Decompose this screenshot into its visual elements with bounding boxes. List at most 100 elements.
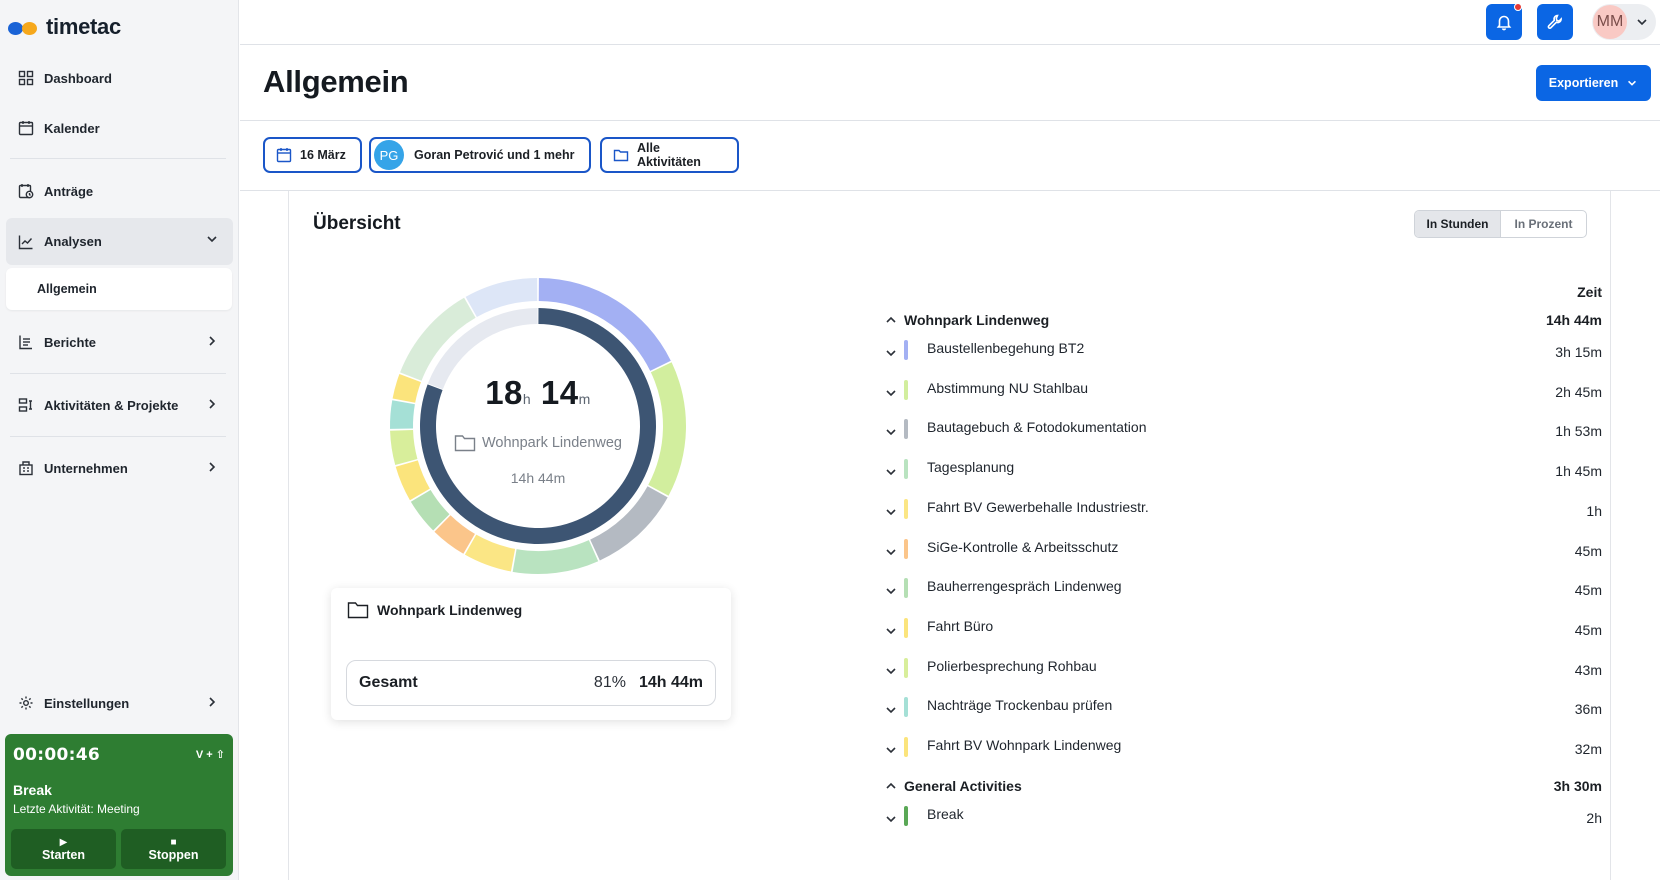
tooltip-title: Wohnpark Lindenweg [347, 601, 522, 619]
export-button[interactable]: Exportieren [1536, 65, 1651, 101]
stop-button[interactable]: ■ Stoppen [121, 829, 226, 869]
timer-shortcut: V + ⇧ [195, 749, 225, 761]
chevron-down-icon [886, 816, 896, 822]
activity-name: Fahrt BV Gewerbehalle Industriestr. [927, 498, 1149, 515]
total-time: 18h 14m [388, 374, 688, 412]
tools-button[interactable] [1537, 4, 1573, 40]
folder-icon [613, 147, 629, 163]
donut-tooltip: Wohnpark Lindenweg Gesamt 81% 14h 44m [331, 588, 731, 720]
sidebar-item-unternehmen[interactable]: Unternehmen [6, 446, 233, 490]
chevron-down-icon [886, 588, 896, 595]
activity-time: 45m [1574, 542, 1602, 559]
minutes-unit: m [578, 391, 591, 407]
activity-row[interactable]: Tagesplanung 1h 45m [884, 455, 1602, 485]
folder-icon [454, 435, 476, 452]
activity-row[interactable]: Fahrt BV Gewerbehalle Industriestr. 1h [884, 495, 1602, 525]
activity-row[interactable]: Bauherrengespräch Lindenweg 45m [884, 574, 1602, 604]
chevron-right-icon [209, 462, 216, 472]
activity-row[interactable]: Polierbesprechung Rohbau 43m [884, 654, 1602, 684]
activity-color-bar [904, 498, 908, 519]
tooltip-total-label: Gesamt [359, 674, 418, 691]
notification-dot [1514, 3, 1522, 11]
sidebar-item-kalender[interactable]: Kalender [6, 106, 233, 150]
activity-time: 2h [1586, 809, 1602, 826]
header-divider [240, 120, 1660, 121]
activities-icon [18, 397, 34, 413]
notifications-button[interactable] [1486, 3, 1522, 40]
person-filter-button[interactable]: PG Goran Petrović und 1 mehr [369, 137, 591, 173]
sidebar-item-einstellungen[interactable]: Einstellungen [6, 681, 233, 725]
sidebar-item-label: Unternehmen [44, 460, 128, 476]
center-project-time: 14h 44m [510, 470, 566, 486]
tooltip-percent: 81% [593, 674, 626, 691]
toggle-in-prozent[interactable]: In Prozent [1501, 211, 1586, 237]
activity-row[interactable]: Baustellenbegehung BT2 3h 15m [884, 336, 1602, 366]
tooltip-total-box: Gesamt 81% 14h 44m [346, 660, 716, 706]
sidebar-item-analysen[interactable]: Analysen [6, 218, 233, 265]
activity-time: 45m [1574, 621, 1602, 638]
user-menu-button[interactable]: MM [1592, 4, 1656, 40]
chevron-up-icon [886, 316, 896, 323]
export-button-label: Exportieren [1548, 76, 1619, 90]
activity-row[interactable]: SiGe-Kontrolle & Arbeitsschutz 45m [884, 535, 1602, 565]
activity-time: 43m [1574, 661, 1602, 678]
date-filter-button[interactable]: 16 März [263, 137, 362, 173]
activity-row[interactable]: Fahrt BV Wohnpark Lindenweg 32m [884, 733, 1602, 763]
sidebar-item-berichte[interactable]: Berichte [6, 320, 233, 364]
activity-name: Break [927, 805, 964, 822]
avatar: MM [1593, 5, 1627, 39]
activity-color-bar [904, 805, 908, 826]
activity-name: SiGe-Kontrolle & Arbeitsschutz [927, 538, 1119, 555]
timer-last-activity: Letzte Aktivität: Meeting [13, 802, 140, 816]
gear-icon [18, 695, 34, 711]
toggle-in-stunden[interactable]: In Stunden [1415, 211, 1501, 237]
group-row[interactable]: Wohnpark Lindenweg 14h 44m [884, 308, 1602, 332]
tooltip-total: 14h 44m [638, 674, 703, 691]
overview-card: Übersicht In Stunden In Prozent 18h 14m … [288, 191, 1611, 880]
activity-time: 32m [1574, 741, 1602, 757]
chevron-up-icon [886, 782, 896, 789]
activity-row[interactable]: Bautagebuch & Fotodokumentation 1h 53m [884, 415, 1602, 445]
chevron-down-icon [207, 236, 217, 243]
tooltip-project-name: Wohnpark Lindenweg [377, 602, 523, 618]
timetac-logo[interactable]: timetac [8, 14, 121, 40]
play-icon: ▶ [59, 836, 68, 848]
sidebar-item-label: Dashboard [44, 70, 112, 86]
sidebar-item-dashboard[interactable]: Dashboard [6, 56, 233, 100]
activity-time: 45m [1574, 582, 1602, 599]
chevron-right-icon [209, 399, 216, 409]
sidebar-item-aktivitaeten-projekte[interactable]: Aktivitäten & Projekte [6, 383, 233, 427]
folder-icon [347, 602, 369, 619]
activity-row[interactable]: Break 2h [884, 802, 1602, 832]
chevron-down-icon [886, 628, 896, 635]
dashboard-icon [18, 70, 34, 86]
activity-row[interactable]: Nachträge Trockenbau prüfen 36m [884, 693, 1602, 723]
activity-time: 3h 15m [1555, 344, 1602, 360]
activity-row[interactable]: Abstimmung NU Stahlbau 2h 45m [884, 376, 1602, 406]
activity-name: Fahrt Büro [927, 617, 994, 634]
stop-icon: ■ [170, 836, 177, 848]
building-icon [18, 460, 34, 476]
total-hours: 18 [485, 374, 523, 411]
group-name: General Activities [904, 777, 1022, 794]
calendar-icon [18, 120, 34, 136]
activity-row[interactable]: Fahrt Büro 45m [884, 614, 1602, 644]
donut-center: 18h 14m Wohnpark Lindenweg 14h 44m [388, 276, 688, 576]
unit-toggle: In Stunden In Prozent [1414, 210, 1587, 238]
chevron-right-icon [209, 697, 216, 707]
avatar: PG [374, 140, 404, 170]
activity-name: Nachträge Trockenbau prüfen [927, 697, 1113, 714]
chevron-down-icon [1637, 19, 1647, 26]
timer-clock: 00:00:46 [13, 745, 100, 765]
chevron-down-icon [886, 707, 896, 714]
activity-color-bar [904, 617, 908, 638]
sidebar-item-antraege[interactable]: Anträge [6, 169, 233, 213]
activity-time: 36m [1574, 701, 1602, 718]
activity-color-bar [904, 340, 908, 360]
sidebar-subitem-allgemein[interactable]: Allgemein [6, 268, 232, 310]
activity-filter-button[interactable]: Alle Aktivitäten [600, 137, 739, 173]
start-button[interactable]: ▶ Starten [11, 829, 116, 869]
chevron-down-icon [886, 509, 896, 515]
group-row[interactable]: General Activities 3h 30m [884, 774, 1602, 798]
chevron-down-icon [886, 548, 896, 555]
